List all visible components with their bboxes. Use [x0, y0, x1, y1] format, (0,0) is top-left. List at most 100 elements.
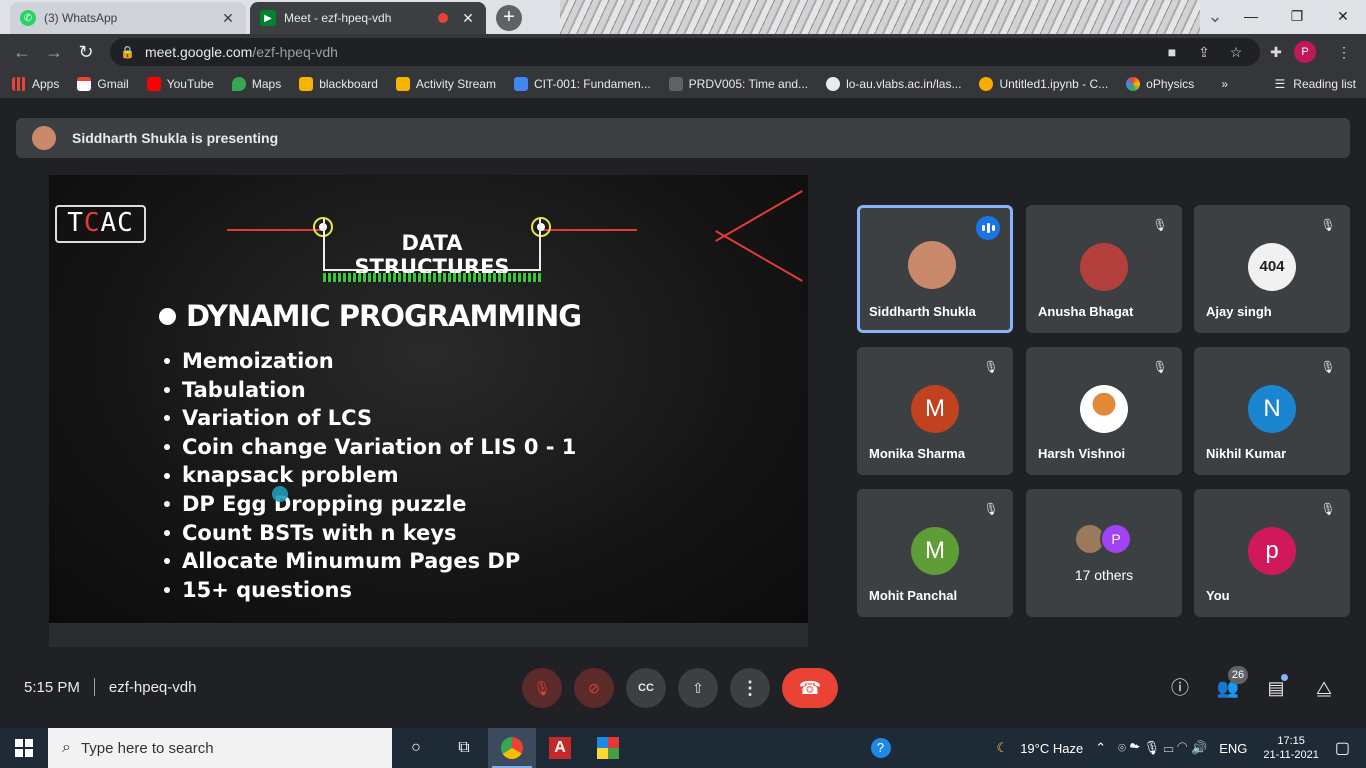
close-icon[interactable]: ✕	[220, 10, 236, 27]
bookmark-ophysics[interactable]: oPhysics	[1126, 77, 1194, 91]
bookmark-activity-stream[interactable]: Activity Stream	[395, 77, 496, 91]
globe-icon	[826, 77, 841, 91]
people-count-badge: 26	[1228, 666, 1248, 684]
presenter-cursor	[272, 486, 288, 502]
tray-icons[interactable]: ⌾ ☁ 🎙 ▭ ◠ 🔊	[1118, 740, 1207, 756]
mic-off-icon: 🎙	[983, 502, 999, 516]
self-tile[interactable]: 🎙 p You	[1194, 489, 1350, 617]
slide-title: DATA STRUCTURES	[354, 231, 510, 279]
close-window-button[interactable]: ✕	[1320, 0, 1366, 32]
app-taskbar-icon[interactable]	[584, 728, 632, 768]
participant-tile[interactable]: 🎙 N Nikhil Kumar	[1194, 347, 1350, 475]
activities-button[interactable]: ⧋	[1310, 674, 1338, 702]
bookmark-cit-001[interactable]: CIT-001: Fundamen...	[513, 77, 651, 91]
speaking-indicator-icon	[976, 216, 1000, 240]
participant-tile[interactable]: 🎙 404 Ajay singh	[1194, 205, 1350, 333]
others-tile[interactable]: P 17 others	[1026, 489, 1182, 617]
participant-name: Siddharth Shukla	[869, 304, 976, 319]
clock-time: 17:15	[1277, 735, 1305, 747]
bookmark-youtube[interactable]: YouTube	[146, 77, 214, 91]
clock[interactable]: 17:15 21-11-2021	[1263, 734, 1318, 762]
menu-icon[interactable]: ⋮	[1328, 38, 1360, 66]
reading-list-button[interactable]: ☰ Reading list	[1275, 77, 1356, 91]
participant-tile[interactable]: 🎙 M Mohit Panchal	[857, 489, 1013, 617]
minimize-button[interactable]: —	[1228, 0, 1274, 32]
bookmark-colab[interactable]: Untitled1.ipynb - C...	[979, 77, 1108, 91]
tab-meet[interactable]: ▶ Meet - ezf-hpeq-vdh ✕	[250, 2, 486, 34]
slide-heading-text: DYNAMIC PROGRAMMING	[186, 299, 582, 333]
task-view-icon[interactable]: ⧉	[440, 728, 488, 768]
slide-bullet-list: Memoization Tabulation Variation of LCS …	[164, 347, 576, 604]
bookmarks-overflow-button[interactable]: »	[1221, 77, 1228, 91]
bookmark-label: Maps	[251, 77, 282, 91]
people-button[interactable]: 👥 26	[1214, 666, 1248, 702]
slide-heading: DYNAMIC PROGRAMMING	[159, 299, 582, 333]
whatsapp-icon: ✆	[20, 10, 36, 26]
address-bar[interactable]: 🔒 meet.google.com/ezf-hpeq-vdh	[110, 38, 1260, 66]
logo-text-red: C	[83, 208, 101, 238]
present-button[interactable]: ⇧	[678, 668, 718, 708]
more-options-button[interactable]: ⋮	[730, 668, 770, 708]
cortana-icon[interactable]: ○	[392, 728, 440, 768]
bookmark-star-icon[interactable]: ☆	[1220, 38, 1252, 66]
search-placeholder: Type here to search	[80, 739, 214, 757]
new-tab-button[interactable]: +	[496, 5, 522, 31]
taskbar-search[interactable]: ⌕ Type here to search	[48, 728, 392, 768]
help-icon[interactable]: ?	[870, 738, 891, 758]
slide-bullet: Memoization	[164, 347, 576, 376]
participant-name: Nikhil Kumar	[1206, 446, 1287, 461]
participant-name: You	[1206, 588, 1230, 603]
bookmark-label: lo-au.vlabs.ac.in/las...	[846, 77, 962, 91]
meeting-details-icon[interactable]: ⓘ	[1166, 674, 1194, 702]
chrome-taskbar-icon[interactable]	[488, 728, 536, 768]
chat-button[interactable]: ▤	[1262, 674, 1290, 702]
participant-tile[interactable]: Siddharth Shukla	[857, 205, 1013, 333]
course-icon	[668, 77, 683, 91]
end-call-button[interactable]: ☎	[782, 668, 838, 708]
share-icon[interactable]: ⇪	[1188, 38, 1220, 66]
gmail-icon	[77, 77, 92, 91]
bookmark-vlabs[interactable]: lo-au.vlabs.ac.in/las...	[826, 77, 961, 91]
chevron-up-icon[interactable]: ⌃	[1095, 740, 1106, 756]
slide-bullet: Coin change Variation of LIS 0 - 1	[164, 433, 576, 462]
search-icon: ⌕	[62, 739, 71, 756]
slide-bullet: Allocate Minumum Pages DP	[164, 547, 576, 576]
participant-tile[interactable]: 🎙 Harsh Vishnoi	[1026, 347, 1182, 475]
close-icon[interactable]: ✕	[460, 10, 476, 27]
mic-toggle-button[interactable]: 🎙	[522, 668, 562, 708]
participant-name: Mohit Panchal	[869, 588, 958, 603]
bookmark-label: Untitled1.ipynb - C...	[999, 77, 1109, 91]
language-indicator[interactable]: ENG	[1219, 741, 1247, 756]
camera-icon[interactable]: ■	[1156, 38, 1188, 66]
windows-start-button[interactable]	[0, 728, 48, 768]
bookmark-gmail[interactable]: Gmail	[77, 77, 129, 91]
presenting-text: Siddharth Shukla is presenting	[72, 130, 279, 146]
forward-button[interactable]: →	[38, 36, 70, 68]
profile-avatar[interactable]: P	[1294, 38, 1326, 66]
restore-button[interactable]: ❐	[1274, 0, 1320, 32]
meeting-time: 5:15 PM	[24, 678, 80, 696]
avatar: 404	[1248, 243, 1296, 291]
back-button[interactable]: ←	[6, 36, 38, 68]
weather-text[interactable]: 19°C Haze	[1020, 741, 1083, 756]
participant-tile[interactable]: 🎙 Anusha Bhagat	[1026, 205, 1182, 333]
camera-toggle-button[interactable]: ⊘	[574, 668, 614, 708]
green-bar	[323, 273, 541, 282]
reload-button[interactable]: ↻	[70, 36, 102, 68]
bookmark-blackboard[interactable]: blackboard	[299, 77, 378, 91]
participant-tile[interactable]: 🎙 M Monika Sharma	[857, 347, 1013, 475]
tab-whatsapp[interactable]: ✆ (3) WhatsApp ✕	[10, 2, 246, 34]
course-icon	[513, 77, 528, 91]
colab-icon	[979, 77, 994, 91]
notification-icon[interactable]: ▢	[1335, 738, 1350, 758]
bookmark-maps[interactable]: Maps	[231, 77, 282, 91]
others-avatars: P	[1074, 523, 1132, 555]
autocad-taskbar-icon[interactable]: A	[536, 728, 584, 768]
bookmark-label: CIT-001: Fundamen...	[533, 77, 651, 91]
avatar	[1080, 243, 1128, 291]
captions-button[interactable]: CC	[626, 668, 666, 708]
extensions-icon[interactable]: ✚	[1260, 38, 1292, 66]
bookmark-apps[interactable]: Apps	[12, 77, 59, 91]
bookmark-prdv005[interactable]: PRDV005: Time and...	[668, 77, 808, 91]
presenter-avatar	[32, 126, 56, 150]
